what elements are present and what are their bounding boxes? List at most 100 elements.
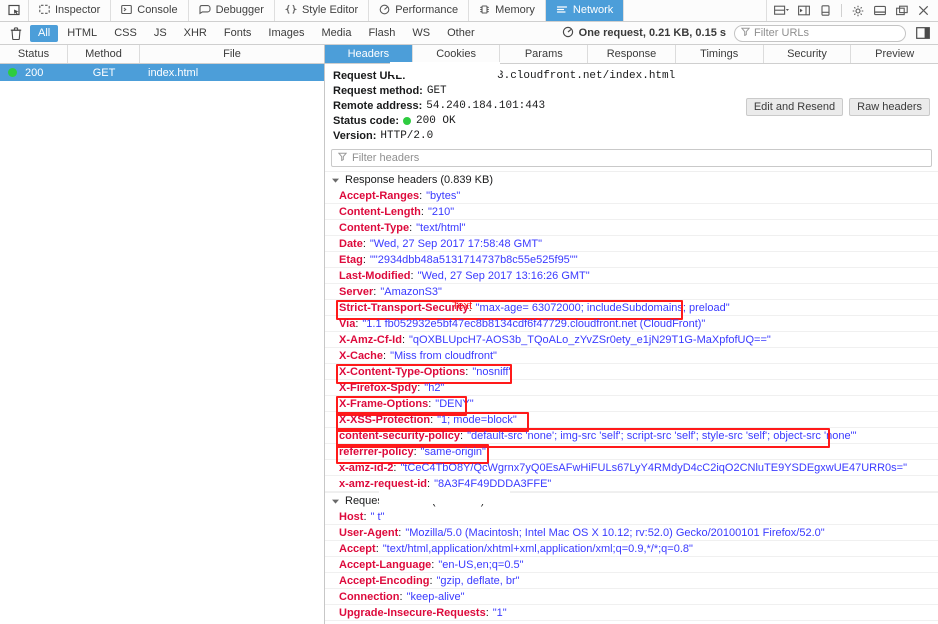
header-value: "nosniff" [472,366,512,378]
header-value: "keep-alive" [407,591,465,603]
tab-performance[interactable]: Performance [369,0,469,21]
summary-request-method: Request method: GET [333,83,938,98]
element-picker-icon[interactable] [0,0,29,21]
header-row[interactable]: X-Amz-Cf-Id:"qOXBLUpcH7-AOS3b_TQoALo_zYv… [325,332,938,348]
response-headers-group[interactable]: Response headers (0.839 KB) [325,171,938,188]
header-row[interactable]: Via:"1.1 fb052932e5bf47ec8b8134cdf6f4772… [325,316,938,332]
header-row[interactable]: Content-Type:"text/html" [325,220,938,236]
header-row[interactable]: Accept:"text/html,application/xhtml+xml,… [325,541,938,557]
request-details-panel: Headers Cookies Params Response Timings … [325,45,938,624]
dock-window-icon[interactable] [891,1,912,21]
header-row[interactable]: Last-Modified:"Wed, 27 Sep 2017 13:16:26… [325,268,938,284]
header-colon: : [373,286,376,298]
summary-text: One request, 0.21 KB, 0.15 s [579,27,726,39]
header-row[interactable]: X-Firefox-Spdy:"h2" [325,380,938,396]
header-name: referrer-policy [339,446,414,458]
header-row[interactable]: X-Cache:"Miss from cloudfront" [325,348,938,364]
clear-requests-button[interactable] [4,27,28,40]
header-row-referrer-policy[interactable]: referrer-policy:"same-origin" [325,444,938,460]
tab-console[interactable]: Console [111,0,188,21]
header-row[interactable]: x-amz-request-id:"8A3F4F49DDDA3FFE" [325,476,938,492]
summary-value: 54.240.184.101:443 [426,100,545,112]
tab-headers[interactable]: Headers [325,45,413,63]
twisty-expanded-icon [331,176,340,185]
header-name: Accept [339,543,376,555]
header-colon: : [417,382,420,394]
header-colon: : [486,607,489,619]
summary-label: Version: [333,130,376,142]
header-row-x-frame-options[interactable]: X-Frame-Options:"DENY" [325,396,938,412]
header-row-content-security-policy[interactable]: content-security-policy:"default-src 'no… [325,428,938,444]
performance-icon [379,4,390,18]
tab-inspector[interactable]: Inspector [29,0,111,21]
column-header-method[interactable]: Method [68,45,140,63]
tab-security[interactable]: Security [764,45,852,63]
filter-pill-html[interactable]: HTML [59,25,105,42]
header-row-strict-transport-security[interactable]: Strict-Transport-Security:"max-age= 6307… [325,300,938,316]
header-colon: : [469,302,472,314]
filter-pill-images[interactable]: Images [260,25,312,42]
header-value: "text/html,application/xhtml+xml,applica… [383,543,693,555]
header-colon: : [465,366,468,378]
header-name: X-XSS-Protection [339,414,430,426]
filter-pill-all[interactable]: All [30,25,58,42]
filter-pill-css[interactable]: CSS [106,25,145,42]
tab-debugger[interactable]: Debugger [189,0,275,21]
column-header-file[interactable]: File [140,45,324,63]
tab-params[interactable]: Params [500,45,588,63]
settings-gear-icon[interactable] [847,1,868,21]
tab-memory[interactable]: Memory [469,0,546,21]
tab-response[interactable]: Response [588,45,676,63]
tab-style-editor[interactable]: Style Editor [275,0,369,21]
filter-pill-flash[interactable]: Flash [360,25,403,42]
filter-pill-fonts[interactable]: Fonts [216,25,260,42]
filter-pill-xhr[interactable]: XHR [176,25,215,42]
screenshot-layout-icon[interactable] [771,1,792,21]
header-value: "Wed, 27 Sep 2017 17:58:48 GMT" [370,238,542,250]
dock-bottom-icon[interactable] [869,1,890,21]
header-row[interactable]: Date:"Wed, 27 Sep 2017 17:58:48 GMT" [325,236,938,252]
header-colon: : [402,334,405,346]
header-filter-input[interactable]: Filter headers [331,149,932,167]
header-value: "1; mode=block" [437,414,517,426]
filter-pill-ws[interactable]: WS [404,25,438,42]
toggle-details-pane-icon[interactable] [914,25,932,41]
column-header-status[interactable]: Status [0,45,68,63]
tab-cookies[interactable]: Cookies [413,45,501,63]
header-row[interactable]: User-Agent:"Mozilla/5.0 (Macintosh; Inte… [325,525,938,541]
header-row-host[interactable]: Host:" t" [325,509,938,525]
tab-preview[interactable]: Preview [851,45,938,63]
close-icon[interactable] [913,1,934,21]
header-row[interactable]: Upgrade-Insecure-Requests:"1" [325,605,938,621]
tab-timings[interactable]: Timings [676,45,764,63]
header-row-x-xss-protection[interactable]: X-XSS-Protection:"1; mode=block" [325,412,938,428]
raw-headers-button[interactable]: Raw headers [849,98,930,116]
edit-and-resend-button[interactable]: Edit and Resend [746,98,843,116]
header-row[interactable]: Connection:"keep-alive" [325,589,938,605]
header-row[interactable]: x-amz-id-2:"tCeC4TbO8Y/QcWgrnx7yQ0EsAFwH… [325,460,938,476]
filter-pill-media[interactable]: Media [313,25,359,42]
header-value: ""2934dbb48a5131714737b8c55e525f95"" [370,254,578,266]
console-icon [121,4,132,18]
responsive-design-mode-icon[interactable] [815,1,836,21]
performance-analysis-icon[interactable] [562,26,574,41]
header-row[interactable]: Etag:""2934dbb48a5131714737b8c55e525f95"… [325,252,938,268]
header-row[interactable]: Accept-Ranges:"bytes" [325,188,938,204]
status-ok-dot-icon [403,117,411,125]
header-value: "gzip, deflate, br" [437,575,520,587]
header-colon: : [429,575,432,587]
filter-pill-other[interactable]: Other [439,25,483,42]
header-value: "1.1 fb052932e5bf47ec8b8134cdf6f47729.cl… [362,318,705,330]
header-row-x-content-type-options[interactable]: X-Content-Type-Options:"nosniff" [325,364,938,380]
header-row[interactable]: Accept-Encoding:"gzip, deflate, br" [325,573,938,589]
header-name: X-Amz-Cf-Id [339,334,402,346]
header-row[interactable]: Server:"AmazonS3" [325,284,938,300]
header-row[interactable]: Content-Length:"210" [325,204,938,220]
split-console-icon[interactable] [793,1,814,21]
url-filter-input[interactable]: Filter URLs [734,25,906,42]
header-row[interactable]: Accept-Language:"en-US,en;q=0.5" [325,557,938,573]
filter-pill-js[interactable]: JS [146,25,175,42]
table-row[interactable]: 200 GET index.html [0,64,324,81]
header-colon: : [427,478,430,490]
tab-network[interactable]: Network [546,0,624,21]
